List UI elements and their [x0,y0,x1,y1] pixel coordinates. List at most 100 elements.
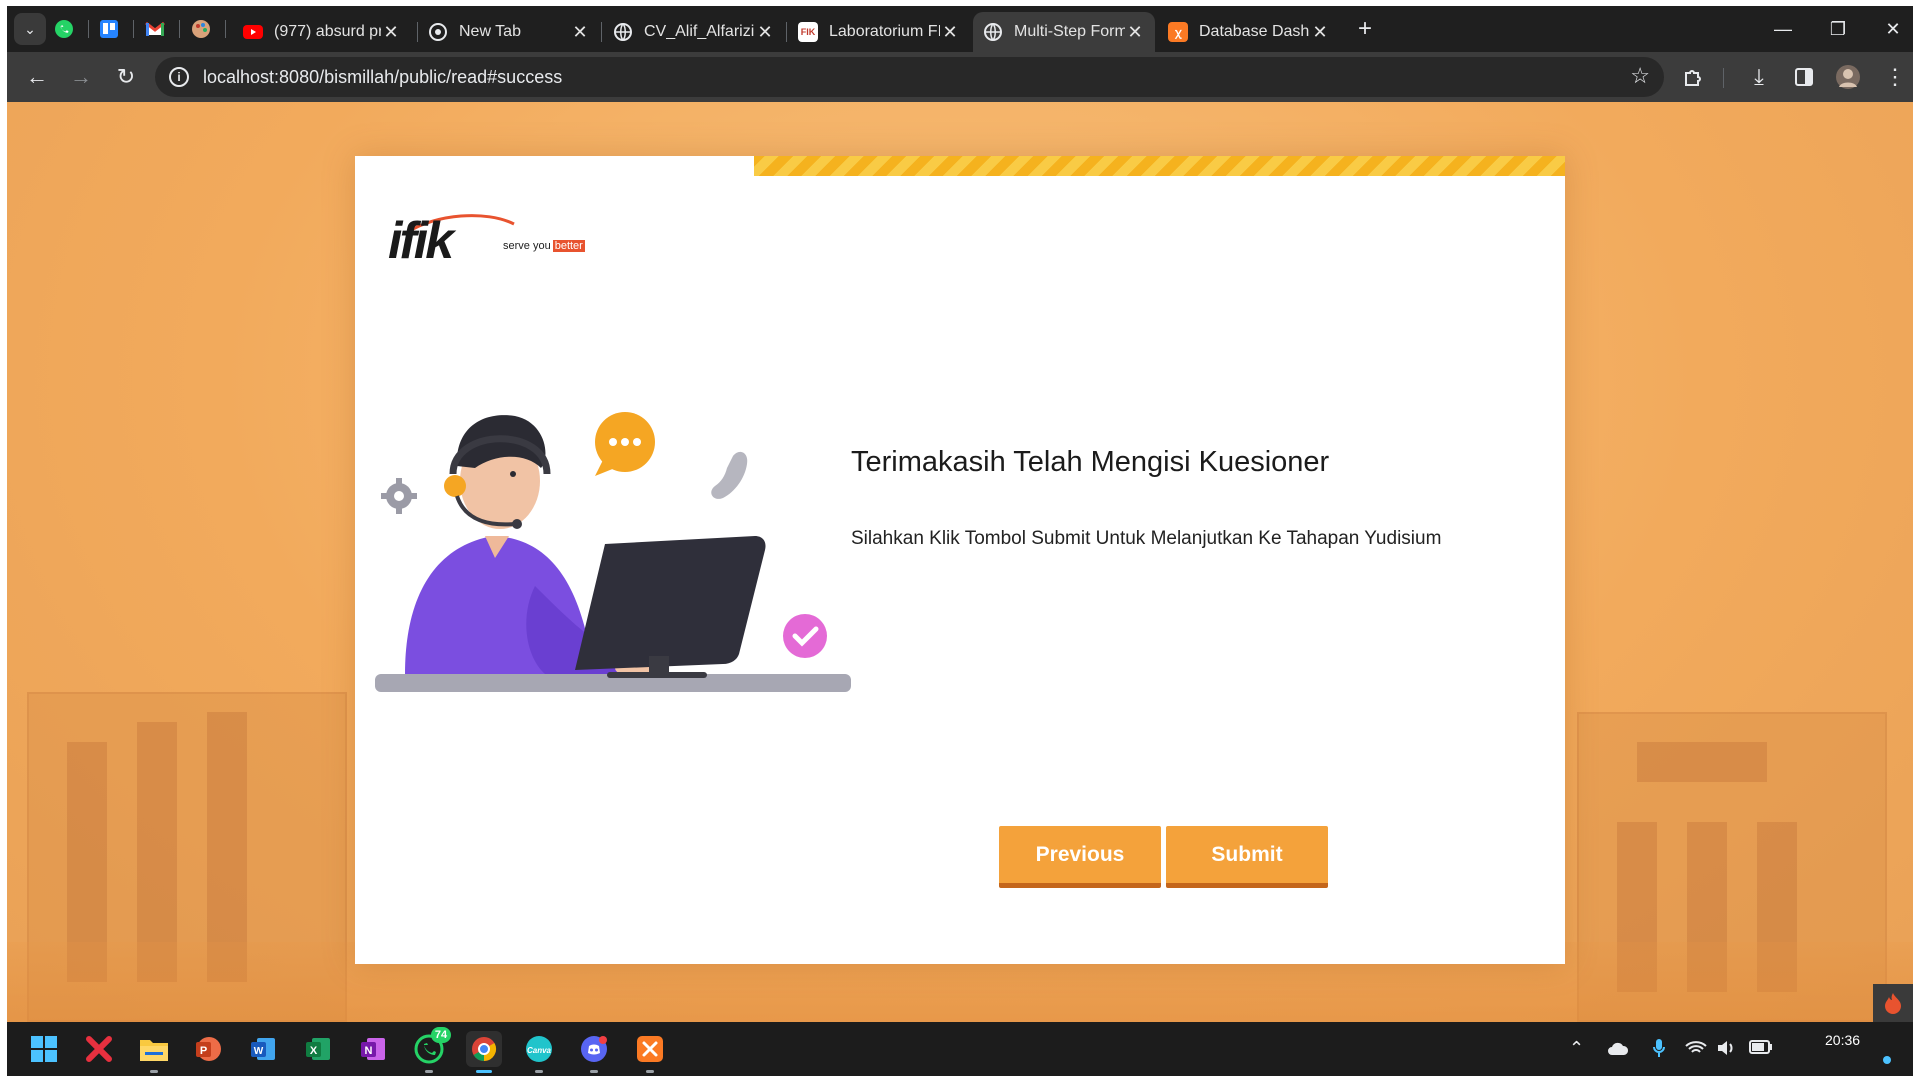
menu-button[interactable]: ⋮ [1879,61,1911,93]
chrome-icon [428,22,448,42]
onenote-icon: N [361,1038,385,1060]
pinned-tab-trello[interactable] [96,17,122,41]
floating-fire-button[interactable] [1873,984,1913,1022]
arrow-left-icon: ← [26,64,48,89]
close-icon[interactable]: ✕ [940,22,960,43]
scissors-icon [86,1036,112,1062]
word-icon: W [251,1038,275,1060]
chevron-up-icon[interactable]: ⌃ [1569,1038,1584,1059]
lab-icon: FIK [798,22,818,42]
close-icon[interactable]: ✕ [755,22,775,43]
discord-icon [581,1036,607,1062]
taskbar-app-whatsapp[interactable]: 74 [411,1027,451,1067]
back-button[interactable]: ← [21,61,53,93]
tab-cv-pdf[interactable]: CV_Alif_Alfarizi.pdf ✕ [603,12,785,52]
tab-label: Multi-Step Form [1014,23,1125,40]
whatsapp-icon [55,20,73,38]
folder-icon [140,1040,168,1061]
palette-icon [192,20,210,38]
taskbar-app-file-explorer[interactable] [136,1031,172,1067]
taskbar-app-canva[interactable]: Canva [521,1031,557,1067]
trello-icon [100,20,118,38]
taskbar-app-excel[interactable]: X [300,1031,336,1067]
tab-strip: ⌄ (977) absurd product ✕ New Tab ✕ [7,6,1913,52]
taskbar-app-word[interactable]: W [245,1031,281,1067]
submit-button[interactable]: Submit [1166,826,1328,888]
restore-icon: ❐ [1829,18,1847,39]
taskbar-app-discord[interactable] [576,1031,612,1067]
restore-button[interactable]: ❐ [1818,14,1858,44]
tab-search-button[interactable]: ⌄ [14,13,46,45]
address-bar[interactable]: i localhost:8080/bismillah/public/read#s… [155,57,1664,97]
close-icon[interactable]: ✕ [381,22,401,43]
extensions-button[interactable] [1677,61,1709,93]
bookmark-star-icon[interactable]: ☆ [1630,63,1650,89]
globe-icon [613,22,633,42]
taskbar-app-xampp[interactable] [632,1031,668,1067]
volume-icon[interactable] [1717,1040,1737,1056]
canva-icon: Canva [526,1036,552,1062]
svg-text:P: P [200,1045,207,1057]
tab-multi-step-form[interactable]: Multi-Step Form ✕ [973,12,1155,52]
side-panel-button[interactable] [1788,61,1820,93]
chevron-down-icon: ⌄ [24,20,36,37]
url-text[interactable]: localhost:8080/bismillah/public/read#suc… [203,67,562,88]
downloads-button[interactable]: ⤓ [1743,61,1775,93]
xampp-icon [637,1036,663,1062]
taskbar-app-powerpoint[interactable]: P [190,1031,226,1067]
cloud-icon[interactable] [1607,1040,1629,1056]
tab-new-tab[interactable]: New Tab ✕ [418,12,600,52]
forward-button[interactable]: → [65,61,97,93]
info-icon[interactable]: i [169,67,189,87]
xampp-icon: ꭓ [1168,22,1188,42]
tab-label: CV_Alif_Alfarizi.pdf [644,23,755,40]
start-button[interactable] [26,1031,62,1067]
notification-badge: 74 [431,1027,451,1043]
microphone-icon[interactable] [1652,1038,1666,1058]
pinned-tab-gmail[interactable] [142,17,168,41]
close-icon[interactable]: ✕ [570,22,590,43]
close-icon[interactable]: ✕ [1310,22,1330,43]
taskbar-clock[interactable]: 20:36 [1825,1032,1860,1048]
pinned-tab-whatsapp[interactable] [51,17,77,41]
reload-button[interactable]: ↻ [110,61,142,93]
taskbar-app-onenote[interactable]: N [355,1031,391,1067]
success-title: Terimakasih Telah Mengisi Kuesioner [851,446,1330,478]
pinned-tab-palette[interactable] [188,17,214,41]
youtube-icon [243,22,263,42]
chrome-icon [472,1037,497,1061]
tab-laboratorium-fik[interactable]: FIK Laboratorium FIK ✕ [788,12,970,52]
close-icon[interactable]: ✕ [1125,22,1145,43]
browser-window: ⌄ (977) absurd product ✕ New Tab ✕ [7,6,1913,1076]
battery-icon[interactable] [1749,1040,1773,1054]
browser-toolbar: ← → ↻ i localhost:8080/bismillah/public/… [7,52,1913,102]
gear-icon [381,478,417,514]
customer-service-illustration [375,412,851,692]
fik-logo: ifik serve you better [388,210,598,270]
taskbar-app-chrome[interactable] [466,1031,502,1067]
svg-text:N: N [365,1045,373,1057]
svg-text:W: W [254,1046,264,1057]
page-viewport: ifik serve you better Terimakasih Telah … [7,102,1913,1022]
tab-database-dashboard[interactable]: ꭓ Database Dashboard ✕ [1158,12,1340,52]
profile-button[interactable] [1832,61,1864,93]
tab-youtube[interactable]: (977) absurd product ✕ [233,12,411,52]
logo-wordmark: ifik [388,212,454,270]
reload-icon: ↻ [116,64,136,89]
progress-bar [355,156,1565,176]
minimize-button[interactable]: — [1763,14,1803,44]
close-window-button[interactable]: ✕ [1873,14,1913,44]
download-icon: ⤓ [1754,64,1764,89]
gmail-icon [145,21,165,36]
taskbar-app-snipping[interactable] [81,1031,117,1067]
windows-icon [31,1036,57,1062]
wifi-icon[interactable] [1685,1040,1707,1056]
excel-icon: X [306,1038,330,1060]
chat-bubble-icon [595,412,655,476]
tab-label: Database Dashboard [1199,23,1310,40]
previous-button[interactable]: Previous [999,826,1161,888]
form-card: ifik serve you better Terimakasih Telah … [355,156,1565,964]
svg-text:X: X [310,1045,318,1057]
new-tab-button[interactable]: + [1345,14,1385,44]
flame-icon [1885,993,1901,1014]
